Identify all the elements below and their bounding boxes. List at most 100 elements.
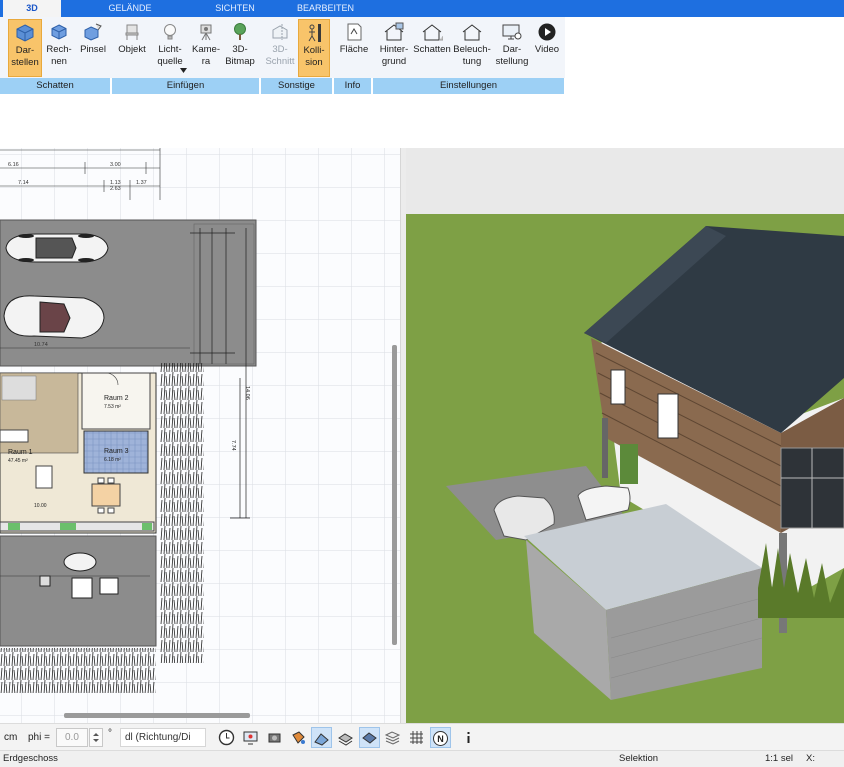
brush-cube-icon bbox=[84, 23, 102, 41]
lawn-hatch bbox=[0, 648, 156, 693]
bottom-toolbar: cm phi = 0.0 ° dl (Richtung/Di N bbox=[0, 723, 844, 750]
tab-sichten[interactable]: SICHTEN bbox=[200, 0, 270, 17]
coordinate-status: X: bbox=[806, 753, 815, 764]
screen-view-button[interactable] bbox=[240, 727, 261, 748]
car-top bbox=[5, 233, 109, 263]
chevron-down-icon[interactable] bbox=[180, 68, 187, 73]
group-sonstige: Sonstige bbox=[261, 78, 333, 94]
house-light-icon bbox=[462, 24, 482, 41]
dim-label: 10.00 bbox=[34, 503, 47, 509]
3d-schnitt-label: 3D- Schnitt bbox=[265, 44, 295, 67]
plane-icon bbox=[362, 732, 377, 744]
dim-label: 10.74 bbox=[34, 342, 48, 348]
svg-text:N: N bbox=[437, 734, 444, 744]
floor-status: Erdgeschoss bbox=[3, 753, 58, 764]
mode-status: Selektion bbox=[619, 753, 659, 764]
tab-gelaende[interactable]: GELÄNDE bbox=[95, 0, 165, 17]
dim-label: 14.06 bbox=[244, 386, 250, 400]
lichtquelle-label: Licht- quelle bbox=[157, 44, 183, 67]
car-bottom bbox=[3, 295, 105, 339]
area-document-icon bbox=[347, 23, 362, 41]
dim-label: 3.00 bbox=[110, 162, 121, 168]
floors-button[interactable] bbox=[382, 727, 403, 748]
clock-button[interactable] bbox=[216, 727, 237, 748]
tab-bearbeiten[interactable]: BEARBEITEN bbox=[288, 0, 363, 17]
group-info: Info bbox=[334, 78, 372, 94]
flaeche-label: Fläche bbox=[339, 44, 369, 55]
north-button[interactable]: N bbox=[430, 727, 451, 748]
rechnen-label: Rech- nen bbox=[46, 44, 72, 67]
room-area: 47.45 m² bbox=[8, 458, 28, 464]
objekt-label: Objekt bbox=[118, 44, 146, 55]
darstellen-button[interactable]: Dar- stellen bbox=[8, 19, 42, 77]
monitor-settings-icon bbox=[502, 24, 522, 40]
darstellung-button[interactable]: Dar- stellung bbox=[493, 19, 531, 77]
pinsel-label: Pinsel bbox=[80, 44, 106, 55]
hintergrund-label: Hinter- grund bbox=[379, 44, 409, 67]
beleuchtung-button[interactable]: Beleuch- tung bbox=[453, 19, 491, 77]
house-background-icon bbox=[384, 22, 404, 41]
hintergrund-button[interactable]: Hinter- grund bbox=[376, 19, 412, 77]
flaeche-button[interactable]: Fläche bbox=[336, 19, 372, 77]
3d-view[interactable] bbox=[406, 148, 844, 723]
3d-scene bbox=[406, 148, 844, 723]
dim-label: 7.14 bbox=[18, 180, 29, 186]
north-compass-icon: N bbox=[433, 731, 448, 746]
phi-stepper[interactable] bbox=[89, 728, 103, 747]
paint-button[interactable] bbox=[288, 727, 309, 748]
camera-icon bbox=[268, 733, 281, 743]
stack-icon bbox=[384, 731, 401, 745]
hedge bbox=[160, 363, 204, 663]
darstellung-label: Dar- stellung bbox=[495, 44, 529, 67]
3d-schnitt-button[interactable]: 3D- Schnitt bbox=[263, 19, 297, 77]
camera-icon bbox=[200, 24, 212, 41]
direction-select[interactable]: dl (Richtung/Di bbox=[120, 728, 206, 747]
kamera-button[interactable]: Kame- ra bbox=[190, 19, 222, 77]
solid-view-button[interactable] bbox=[359, 727, 380, 748]
schatten-button[interactable]: Schatten bbox=[412, 19, 452, 77]
beleuchtung-label: Beleuch- tung bbox=[453, 44, 491, 67]
horizontal-scrollbar[interactable] bbox=[64, 713, 250, 718]
kollision-button[interactable]: Kolli- sion bbox=[298, 19, 330, 77]
wireframe-button[interactable] bbox=[335, 727, 356, 748]
scale-status: 1:1 sel bbox=[765, 753, 793, 764]
grid-button[interactable] bbox=[406, 727, 427, 748]
room-area: 6.18 m² bbox=[104, 457, 121, 463]
objekt-button[interactable]: Objekt bbox=[116, 19, 148, 77]
render-mode-button[interactable] bbox=[311, 727, 332, 748]
play-icon bbox=[538, 23, 556, 41]
room-label: Raum 2 bbox=[104, 395, 129, 402]
roof-view-icon bbox=[314, 733, 329, 746]
rechnen-button[interactable]: Rech- nen bbox=[44, 19, 74, 77]
dim-label: 6.16 bbox=[8, 162, 19, 168]
more-options-button[interactable] bbox=[458, 727, 479, 748]
3d-bitmap-button[interactable]: 3D- Bitmap bbox=[222, 19, 258, 77]
tab-3d[interactable]: 3D bbox=[3, 0, 61, 18]
floor-plan-view[interactable]: 6.16 3.00 7.14 1.13 1.37 2.63 10.74 14.0… bbox=[0, 148, 400, 723]
degree-label: ° bbox=[108, 728, 112, 739]
camera-view-button[interactable] bbox=[264, 727, 285, 748]
darstellen-label: Dar- stellen bbox=[11, 45, 39, 68]
calc-cube-icon bbox=[51, 24, 67, 40]
monitor-icon bbox=[243, 731, 258, 745]
paint-bucket-icon bbox=[292, 731, 305, 744]
kollision-label: Kolli- sion bbox=[303, 45, 325, 68]
grid-icon bbox=[410, 731, 423, 744]
house-shadow-icon bbox=[422, 24, 443, 41]
layers-icon bbox=[338, 733, 353, 746]
spin-arrows-icon bbox=[93, 733, 99, 742]
person-collision-icon bbox=[308, 24, 321, 42]
phi-input[interactable]: 0.0 bbox=[56, 728, 88, 747]
pinsel-button[interactable]: Pinsel bbox=[77, 19, 109, 77]
schatten-label: Schatten bbox=[413, 44, 451, 55]
video-button[interactable]: Video bbox=[532, 19, 562, 77]
3d-bitmap-label: 3D- Bitmap bbox=[225, 44, 255, 67]
dim-label: 2.63 bbox=[110, 186, 121, 192]
floor-plan-drawing: 6.16 3.00 7.14 1.13 1.37 2.63 10.74 14.0… bbox=[0, 148, 400, 723]
vertical-scrollbar[interactable] bbox=[392, 345, 397, 645]
room-area: 7.53 m² bbox=[104, 404, 121, 410]
chair-icon bbox=[125, 24, 139, 40]
more-vertical-icon bbox=[467, 732, 470, 743]
room-label: Raum 3 bbox=[104, 448, 129, 455]
phi-label: phi = bbox=[28, 732, 50, 743]
